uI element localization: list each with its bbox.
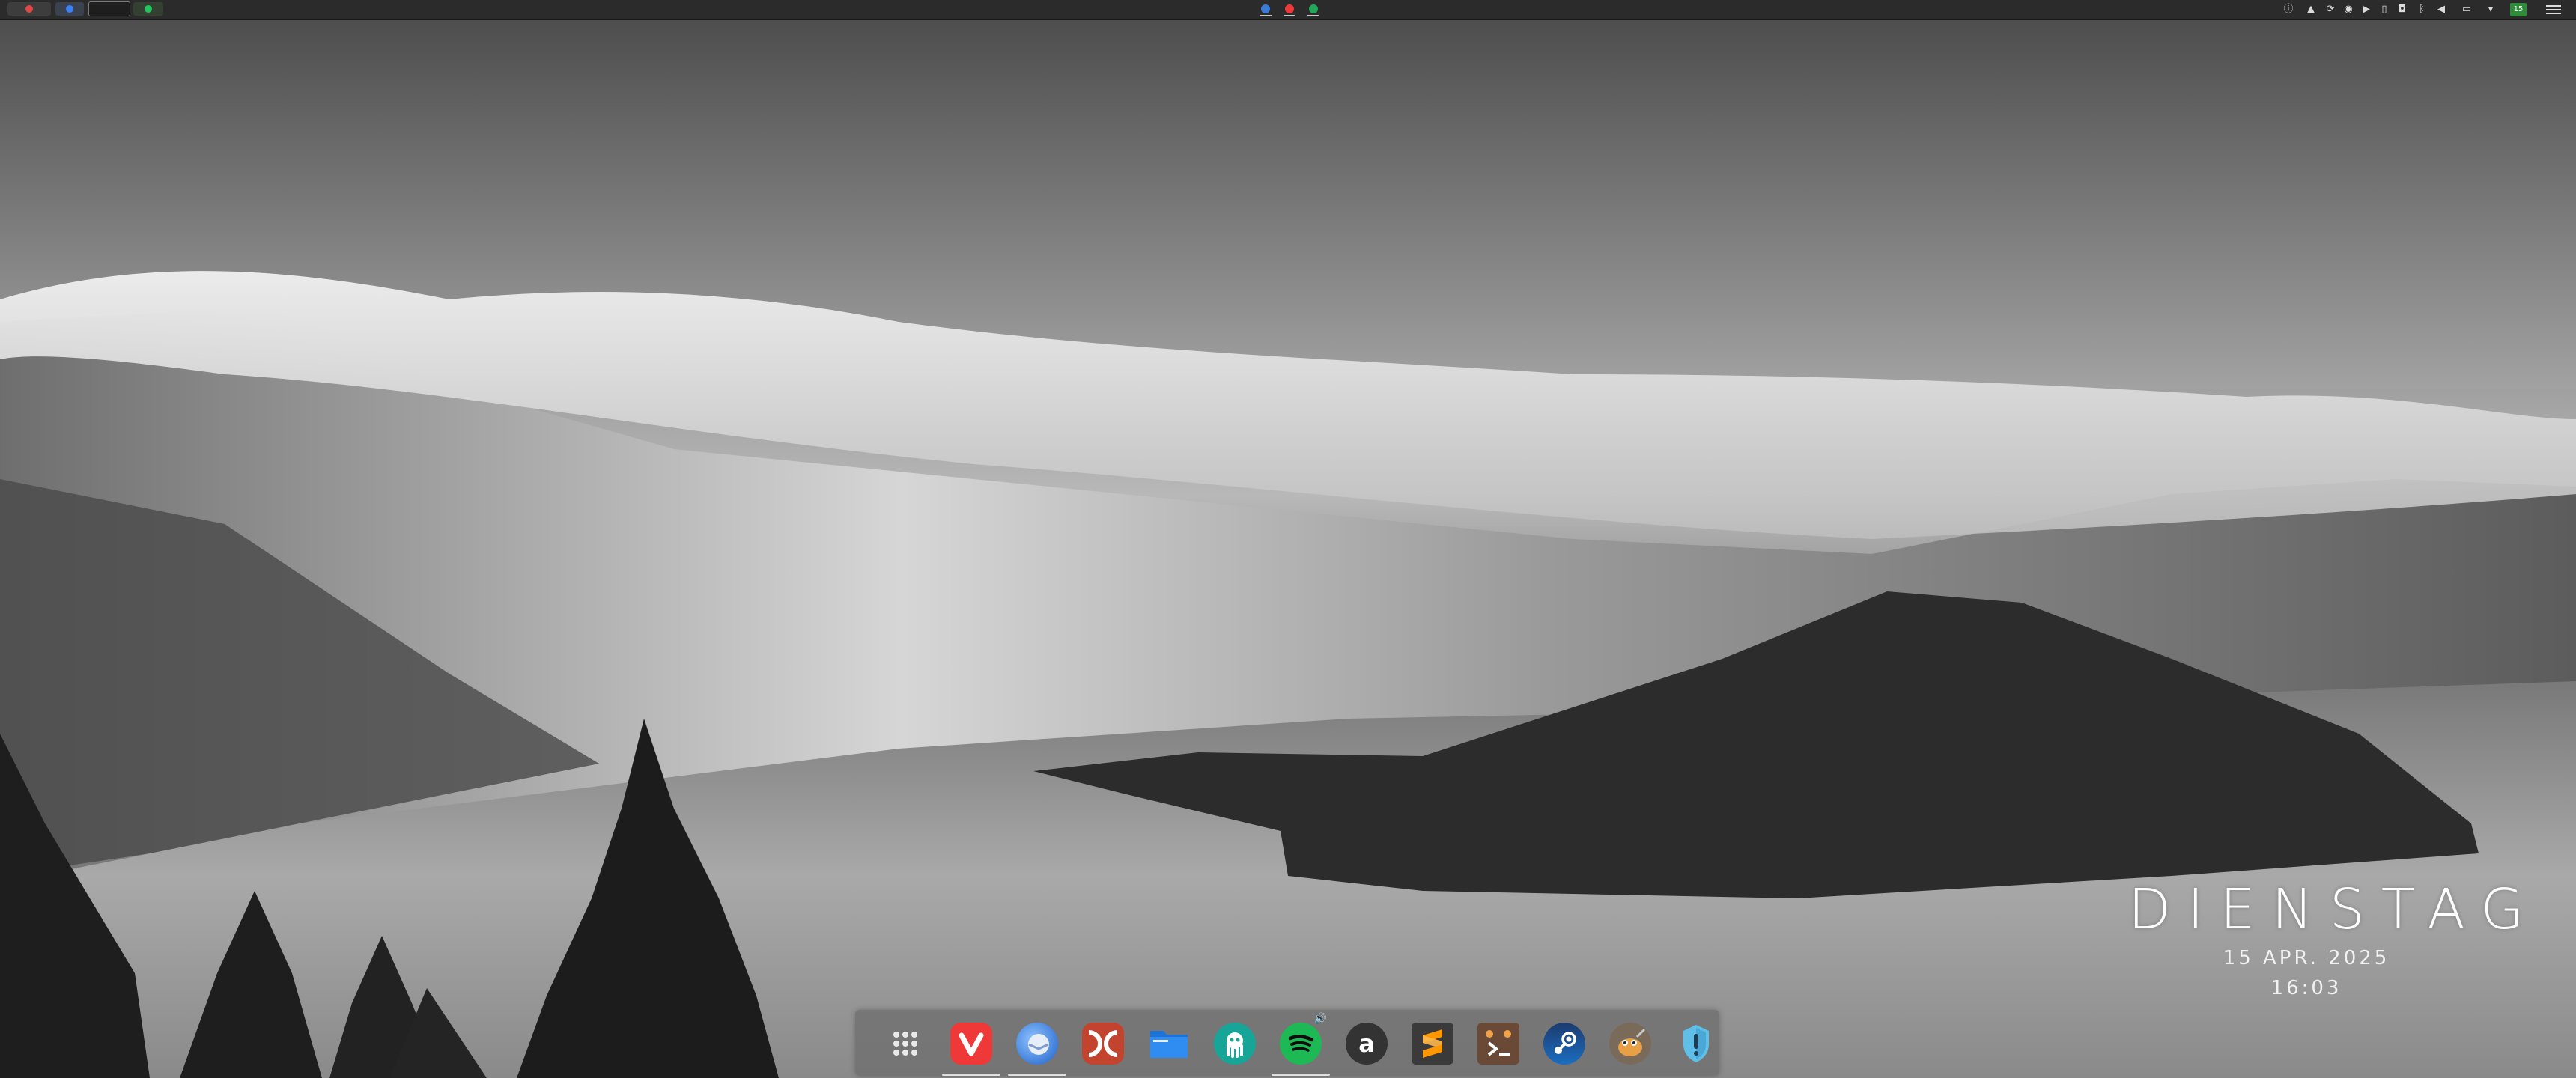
app-dot-icon [25,5,33,13]
volume-icon[interactable]: ◀ [2435,4,2447,16]
amazon-icon[interactable]: a [1343,1020,1390,1067]
running-indicator [942,1074,1000,1076]
shield-icon[interactable]: ◘ [2396,4,2408,16]
bluetooth-icon[interactable]: ᛒ [2416,4,2428,16]
weekday-label: DIENSTAG [2128,877,2541,942]
chat-icon[interactable]: ◉ [2342,4,2354,16]
calendar-icon[interactable]: 15 [2510,3,2527,16]
dock: 🔊 a [855,1010,1719,1076]
workspace-1-button[interactable] [7,2,51,16]
vivaldi-icon[interactable] [942,1020,1000,1076]
arch-icon[interactable]: ▲ [2305,4,2317,16]
double-commander-icon[interactable] [1080,1020,1126,1067]
sublime-text-icon[interactable] [1409,1020,1456,1067]
terminal-icon[interactable] [1475,1020,1522,1067]
browser-app-icon[interactable] [1258,3,1273,16]
app-grid-icon[interactable] [882,1020,929,1067]
gimp-icon[interactable] [1607,1020,1653,1067]
workspace-2-button[interactable] [55,2,84,16]
thunderbird-icon[interactable] [1008,1020,1066,1076]
speaker-icon: 🔊 [1313,1013,1327,1025]
files-icon[interactable] [1146,1020,1192,1067]
display-icon[interactable]: ▭ [2461,4,2473,16]
clock-widget: DIENSTAG 15 APR. 2025 16:03 [2112,876,2541,1003]
workspace-4-button[interactable] [133,2,163,16]
running-indicator [1272,1074,1330,1076]
steam-icon[interactable] [1541,1020,1588,1067]
dropdown-icon[interactable]: ▾ [2485,4,2497,16]
info-icon[interactable]: ⓘ [2282,4,2294,16]
gitkraken-icon[interactable] [1212,1020,1258,1067]
clipboard-icon[interactable]: ▯ [2378,4,2390,16]
proton-vpn-icon[interactable] [1673,1020,1719,1067]
workspace-3-button[interactable] [88,1,130,16]
menu-icon[interactable] [2546,3,2561,16]
chrome-app-icon[interactable] [1306,3,1321,16]
time-label: 16:03 [2270,977,2342,999]
amazon-glyph: a [1358,1029,1375,1058]
app-dot-icon [66,5,73,13]
running-indicator [1008,1074,1066,1076]
top-panel: ⓘ ▲ ⟳ ◉ ▶ ▯ ◘ ᛒ ◀ ▭ ▾ 15 [0,0,2576,20]
vivaldi-app-icon[interactable] [1282,3,1297,16]
app-dot-icon [145,5,152,13]
date-label: 15 APR. 2025 [2223,947,2390,969]
spotify-icon[interactable]: 🔊 [1272,1013,1330,1076]
media-icon[interactable]: ▶ [2360,4,2372,16]
sync-icon[interactable]: ⟳ [2324,4,2336,16]
